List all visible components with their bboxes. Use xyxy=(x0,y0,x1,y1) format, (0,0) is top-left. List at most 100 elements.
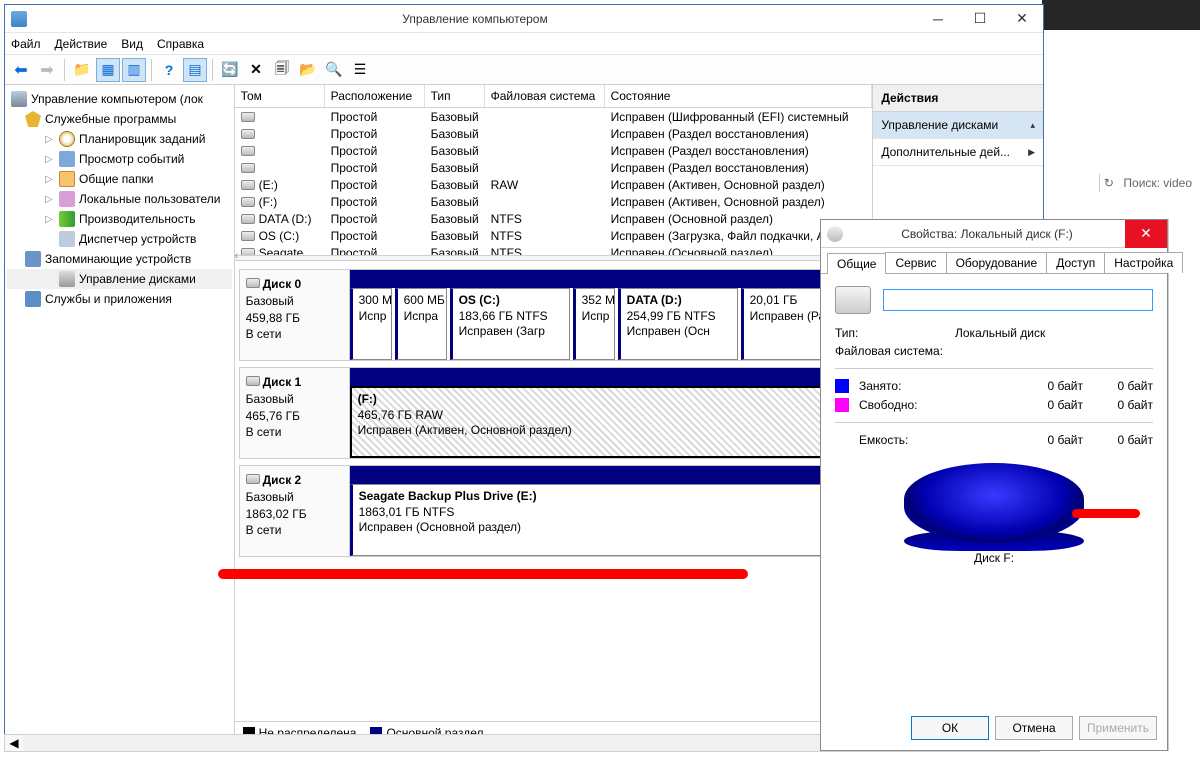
view1-button[interactable]: ▦ xyxy=(96,58,120,82)
partition[interactable]: 600 МБИспра xyxy=(395,288,447,360)
expand-icon[interactable]: ▷ xyxy=(45,174,55,185)
partition-f[interactable]: (F:)465,76 ГБ RAWИсправен (Активен, Осно… xyxy=(350,386,868,458)
actions-disk-management[interactable]: Управление дисками▴ xyxy=(873,112,1043,139)
tree-local-users[interactable]: ▷Локальные пользователи xyxy=(7,189,232,209)
expand-icon[interactable]: ▷ xyxy=(45,154,55,165)
menu-view[interactable]: Вид xyxy=(121,37,143,51)
close-button[interactable]: ✕ xyxy=(1001,6,1043,32)
disk-bar xyxy=(350,466,868,484)
tree-shared-folders[interactable]: ▷Общие папки xyxy=(7,169,232,189)
tab-tools[interactable]: Сервис xyxy=(885,252,946,273)
back-button[interactable]: ⬅ xyxy=(9,58,33,82)
drive-icon xyxy=(241,197,255,207)
tree-root[interactable]: Управление компьютером (лок xyxy=(7,89,232,109)
drive-icon xyxy=(827,226,843,242)
partition-seagate[interactable]: Seagate Backup Plus Drive (E:)1863,01 ГБ… xyxy=(350,484,868,556)
col-type[interactable]: Тип xyxy=(425,85,485,107)
used-swatch xyxy=(835,379,849,393)
up-button[interactable]: 📁 xyxy=(70,58,94,82)
expand-icon[interactable]: ▷ xyxy=(45,134,55,145)
bg-search: ↻ Поиск: video xyxy=(1099,174,1192,192)
volume-row[interactable]: ПростойБазовыйИсправен (Шифрованный (EFI… xyxy=(235,108,873,125)
free-swatch xyxy=(835,398,849,412)
actions-more[interactable]: Дополнительные дей...▶ xyxy=(873,139,1043,166)
tree-disk-management[interactable]: Управление дисками xyxy=(7,269,232,289)
volume-name-input[interactable] xyxy=(883,289,1153,311)
search-button[interactable]: 🔍 xyxy=(322,58,346,82)
tree-task-scheduler[interactable]: ▷Планировщик заданий xyxy=(7,129,232,149)
open-button[interactable]: 📂 xyxy=(296,58,320,82)
disk-icon xyxy=(246,376,260,386)
partition[interactable]: 300 МИспр xyxy=(350,288,392,360)
cancel-button[interactable]: Отмена xyxy=(995,716,1073,740)
ok-button[interactable]: ОК xyxy=(911,716,989,740)
tree-device-manager[interactable]: Диспетчер устройств xyxy=(7,229,232,249)
disk-2-info: Диск 2 Базовый 1863,02 ГБ В сети xyxy=(240,466,350,556)
volume-row[interactable]: ПростойБазовыйИсправен (Раздел восстанов… xyxy=(235,125,873,142)
dialog-tabs: Общие Сервис Оборудование Доступ Настрой… xyxy=(821,248,1167,274)
window-controls: ─ ☐ ✕ xyxy=(917,6,1043,32)
main-panel: Том Расположение Тип Файловая система Со… xyxy=(235,85,874,743)
tree-system-tools[interactable]: Служебные программы xyxy=(7,109,232,129)
col-layout[interactable]: Расположение xyxy=(325,85,425,107)
tree-storage[interactable]: Запоминающие устройств xyxy=(7,249,232,269)
tab-general[interactable]: Общие xyxy=(827,253,886,274)
drive-icon xyxy=(241,214,255,224)
disk-0[interactable]: Диск 0 Базовый 459,88 ГБ В сети 300 МИсп… xyxy=(239,269,869,361)
forward-button[interactable]: ➡ xyxy=(35,58,59,82)
dialog-buttons: ОК Отмена Применить xyxy=(911,716,1157,740)
tab-customize[interactable]: Настройка xyxy=(1104,252,1183,273)
collapse-icon: ▴ xyxy=(1030,120,1035,131)
tab-hardware[interactable]: Оборудование xyxy=(946,252,1048,273)
volume-header: Том Расположение Тип Файловая система Со… xyxy=(235,85,873,108)
tools-icon xyxy=(25,111,41,127)
scroll-left-icon[interactable]: ◀ xyxy=(5,735,23,751)
disk-1[interactable]: Диск 1 Базовый 465,76 ГБ В сети (F:)465,… xyxy=(239,367,869,459)
disk-2[interactable]: Диск 2 Базовый 1863,02 ГБ В сети Seagate… xyxy=(239,465,869,557)
folder-icon xyxy=(59,171,75,187)
disk-1-info: Диск 1 Базовый 465,76 ГБ В сети xyxy=(240,368,350,458)
volume-row[interactable]: (F:)ПростойБазовыйИсправен (Активен, Осн… xyxy=(235,193,873,210)
menu-help[interactable]: Справка xyxy=(157,37,204,51)
partition-data[interactable]: DATA (D:)254,99 ГБ NTFSИсправен (Осн xyxy=(618,288,738,360)
tab-sharing[interactable]: Доступ xyxy=(1046,252,1105,273)
col-volume[interactable]: Том xyxy=(235,85,325,107)
volume-row[interactable]: (E:)ПростойБазовыйRAWИсправен (Активен, … xyxy=(235,176,873,193)
pie-label: Диск F: xyxy=(835,551,1153,565)
volume-row[interactable]: ПростойБазовыйИсправен (Раздел восстанов… xyxy=(235,159,873,176)
dialog-close-button[interactable]: ✕ xyxy=(1125,220,1167,248)
bg-titlebar xyxy=(1042,0,1200,30)
refresh-icon[interactable]: ↻ xyxy=(1099,174,1117,192)
drive-icon xyxy=(241,180,255,190)
fs-label: Файловая система: xyxy=(835,344,955,358)
drive-image-icon xyxy=(835,286,871,314)
refresh-button[interactable]: 🔄 xyxy=(218,58,242,82)
disk-bar xyxy=(350,270,868,288)
volume-row[interactable]: OS (C:)ПростойБазовыйNTFSИсправен (Загру… xyxy=(235,227,873,244)
tree-services[interactable]: Службы и приложения xyxy=(7,289,232,309)
expand-icon[interactable]: ▷ xyxy=(45,214,55,225)
col-fs[interactable]: Файловая система xyxy=(485,85,605,107)
list-button[interactable]: ☰ xyxy=(348,58,372,82)
tree-event-viewer[interactable]: ▷Просмотр событий xyxy=(7,149,232,169)
maximize-button[interactable]: ☐ xyxy=(959,6,1001,32)
rescan-button[interactable]: 🗐 xyxy=(270,58,294,82)
volume-row[interactable]: DATA (D:)ПростойБазовыйNTFSИсправен (Осн… xyxy=(235,210,873,227)
splitter[interactable] xyxy=(235,255,873,261)
separator xyxy=(64,59,65,81)
help-button[interactable]: ? xyxy=(157,58,181,82)
col-status[interactable]: Состояние xyxy=(605,85,873,107)
menu-file[interactable]: Файл xyxy=(11,37,41,51)
partition[interactable]: 352 МИспр xyxy=(573,288,615,360)
apply-button[interactable]: Применить xyxy=(1079,716,1157,740)
volume-row[interactable]: Seagate ...ПростойБазовыйNTFSИсправен (О… xyxy=(235,244,873,255)
minimize-button[interactable]: ─ xyxy=(917,6,959,32)
view3-button[interactable]: ▤ xyxy=(183,58,207,82)
menu-action[interactable]: Действие xyxy=(55,37,108,51)
delete-button[interactable]: ✕ xyxy=(244,58,268,82)
partition-os[interactable]: OS (C:)183,66 ГБ NTFSИсправен (Загр xyxy=(450,288,570,360)
view2-button[interactable]: ▥ xyxy=(122,58,146,82)
volume-row[interactable]: ПростойБазовыйИсправен (Раздел восстанов… xyxy=(235,142,873,159)
expand-icon[interactable]: ▷ xyxy=(45,194,55,205)
tree-performance[interactable]: ▷Производительность xyxy=(7,209,232,229)
